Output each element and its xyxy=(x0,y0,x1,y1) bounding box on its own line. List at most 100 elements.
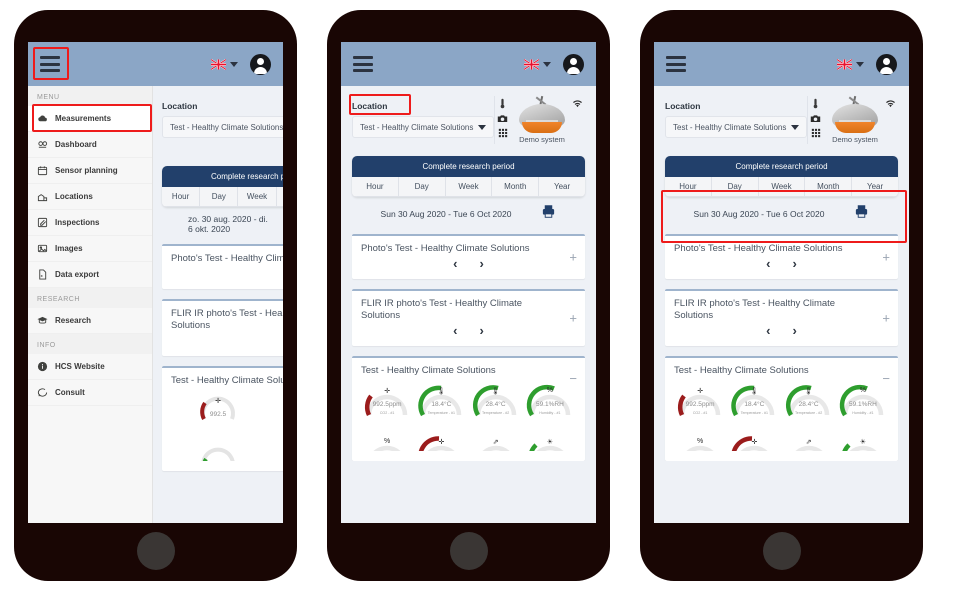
card-nav-arrows: ‹ › xyxy=(361,323,576,338)
gauge-co2-2: ✛ xyxy=(728,433,780,451)
period-tab-year[interactable]: Year xyxy=(852,177,898,197)
period-selector: Complete research period Hour Day Week M… xyxy=(352,156,585,197)
card-title: FLIR IR photo's Test - Healthy Climate S… xyxy=(674,297,836,321)
period-tab-week[interactable]: Week xyxy=(758,177,806,197)
sidebar-item-label: Measurements xyxy=(55,114,112,123)
gauge-co2: ✛ 992.5 xyxy=(171,392,265,436)
card-nav-arrows: ‹ xyxy=(171,333,283,348)
gauge-number: 28.4 xyxy=(485,400,499,408)
prev-arrow-icon[interactable]: ‹ xyxy=(766,323,770,338)
period-tab-month[interactable]: Month xyxy=(276,187,283,207)
card-expand-toggle[interactable]: + xyxy=(569,312,577,325)
device-icon-list xyxy=(810,98,821,138)
home-button[interactable] xyxy=(762,532,801,570)
gauge-sublabel: Humidity - #1 xyxy=(539,410,561,415)
sidebar-item-dashboard[interactable]: Dashboard xyxy=(28,132,152,158)
location-select[interactable]: Test - Healthy Climate Solutions xyxy=(162,116,283,138)
sidebar-item-data-export[interactable]: x Data export xyxy=(28,262,152,288)
card-expand-toggle[interactable]: + xyxy=(882,312,890,325)
sidebar-section-info: INFO xyxy=(28,334,152,354)
prev-arrow-icon[interactable]: ‹ xyxy=(766,256,770,271)
language-selector[interactable] xyxy=(837,58,864,70)
card-photos: Photo's Test - Healthy Climate Solutions… xyxy=(665,234,898,279)
period-tab-year[interactable]: Year xyxy=(539,177,585,197)
period-tab-month[interactable]: Month xyxy=(805,177,853,197)
gauge-unit: %RH xyxy=(861,400,877,408)
hamburger-icon[interactable] xyxy=(40,56,60,72)
sidebar-item-label: Inspections xyxy=(55,218,100,227)
printer-icon[interactable] xyxy=(541,204,556,224)
location-select[interactable]: Test - Healthy Climate Solutions xyxy=(352,116,494,138)
humidity-icon: % xyxy=(384,437,391,445)
period-tab-month[interactable]: Month xyxy=(492,177,540,197)
next-arrow-icon[interactable]: › xyxy=(793,256,797,271)
period-tab-hour[interactable]: Hour xyxy=(352,177,399,197)
period-header: Complete research period xyxy=(162,166,283,187)
sidebar-item-consult[interactable]: Consult xyxy=(28,380,152,406)
next-arrow-icon[interactable]: › xyxy=(793,323,797,338)
language-selector[interactable] xyxy=(524,58,551,70)
sound-icon: ⇗ xyxy=(805,438,812,446)
prev-arrow-icon[interactable]: ‹ xyxy=(453,323,457,338)
period-tab-week[interactable]: Week xyxy=(238,187,277,207)
sidebar-item-research[interactable]: Research xyxy=(28,308,152,334)
gauge-number: 992.5 xyxy=(685,400,702,408)
phone-2: Location Test - Healthy Climate Solution… xyxy=(327,10,610,581)
period-header: Complete research period xyxy=(352,156,585,177)
thermometer-icon: 🌡 xyxy=(749,387,759,395)
prev-arrow-icon[interactable]: ‹ xyxy=(453,256,457,271)
calendar-icon xyxy=(37,165,48,176)
gauge-temp-2: 🌡 28.4°C Temperature - #2 xyxy=(783,382,835,426)
chevron-down-icon xyxy=(856,61,864,67)
device-name: Demo system xyxy=(832,135,878,144)
next-arrow-icon[interactable]: › xyxy=(480,323,484,338)
home-button[interactable] xyxy=(449,532,488,570)
hamburger-icon[interactable] xyxy=(666,56,686,72)
co2-icon: ✛ xyxy=(384,387,391,395)
phone-1: MENU Measurements Dashboard Sensor plann… xyxy=(14,10,297,581)
user-avatar-icon[interactable] xyxy=(563,53,584,75)
card-expand-toggle[interactable]: + xyxy=(569,251,577,264)
app-header xyxy=(28,42,283,86)
period-tab-day[interactable]: Day xyxy=(711,177,759,197)
period-tab-day[interactable]: Day xyxy=(200,187,239,207)
card-measurements: Test - Healthy Climate Solutions − ✛ 992… xyxy=(352,355,585,461)
building-icon xyxy=(37,191,48,202)
gauge-number: 18.4 xyxy=(744,400,758,408)
location-row: Location Test - Healthy Climate Solution… xyxy=(162,96,283,138)
gauge-number: 59.1 xyxy=(535,400,549,408)
card-expand-toggle[interactable]: + xyxy=(882,251,890,264)
phone-2-screen: Location Test - Healthy Climate Solution… xyxy=(341,42,596,523)
sidebar-item-inspections[interactable]: Inspections xyxy=(28,210,152,236)
wifi-icon xyxy=(886,100,895,108)
period-tab-hour[interactable]: Hour xyxy=(162,187,201,207)
thermometer-icon: 🌡 xyxy=(804,387,814,395)
location-select[interactable]: Test - Healthy Climate Solutions xyxy=(665,116,807,138)
thermometer-icon xyxy=(813,98,818,109)
period-tab-day[interactable]: Day xyxy=(398,177,446,197)
sidebar-item-measurements[interactable]: Measurements xyxy=(28,106,152,132)
gauge-sublabel: CO2 - #1 xyxy=(379,410,395,415)
period-tab-hour[interactable]: Hour xyxy=(665,177,712,197)
hamburger-icon[interactable] xyxy=(353,56,373,72)
file-export-icon: x xyxy=(37,269,48,280)
sidebar-item-sensor-planning[interactable]: Sensor planning xyxy=(28,158,152,184)
location-row: Location Test - Healthy Climate Solution… xyxy=(665,95,898,144)
next-arrow-icon[interactable]: › xyxy=(480,256,484,271)
light-icon: ☀ xyxy=(546,438,554,446)
grid-icon xyxy=(498,128,507,138)
sidebar-item-images[interactable]: Images xyxy=(28,236,152,262)
period-tabs: Hour Day Week Month Year xyxy=(665,177,898,197)
sidebar-item-label: HCS Website xyxy=(55,362,105,371)
language-selector[interactable] xyxy=(211,58,238,70)
printer-icon[interactable] xyxy=(854,204,869,224)
header-actions xyxy=(211,53,271,75)
sidebar-item-hcs-website[interactable]: HCS Website xyxy=(28,354,152,380)
gauge-co2-2: ✛ xyxy=(415,433,467,451)
home-button[interactable] xyxy=(136,532,175,570)
sidebar-item-locations[interactable]: Locations xyxy=(28,184,152,210)
main-content: Location Test - Healthy Climate Solution… xyxy=(654,86,909,461)
user-avatar-icon[interactable] xyxy=(876,53,897,75)
period-tab-week[interactable]: Week xyxy=(445,177,493,197)
user-avatar-icon[interactable] xyxy=(250,53,271,75)
